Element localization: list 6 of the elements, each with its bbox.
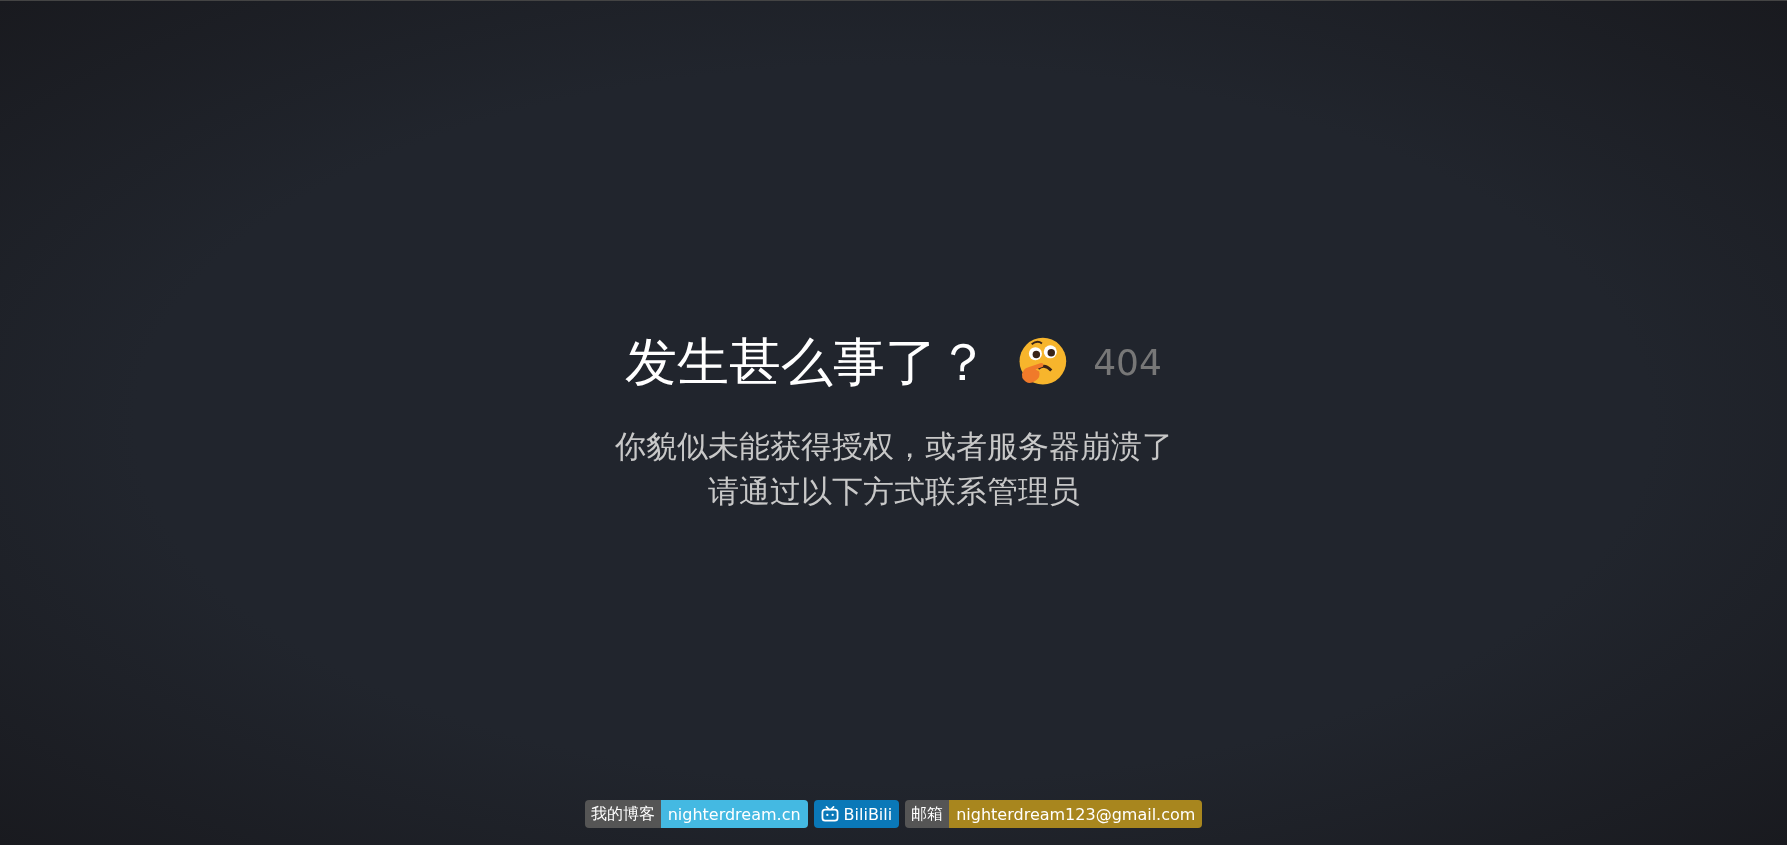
error-code: 404: [1093, 342, 1162, 383]
message-line: 你貌似未能获得授权，或者服务器崩溃了: [614, 426, 1173, 466]
page-title: 发生甚么事了？: [625, 330, 990, 394]
contact-badge[interactable]: BiliBili: [813, 800, 900, 828]
message-line: 请通过以下方式联系管理员: [706, 471, 1081, 511]
tv-icon: [820, 806, 839, 822]
